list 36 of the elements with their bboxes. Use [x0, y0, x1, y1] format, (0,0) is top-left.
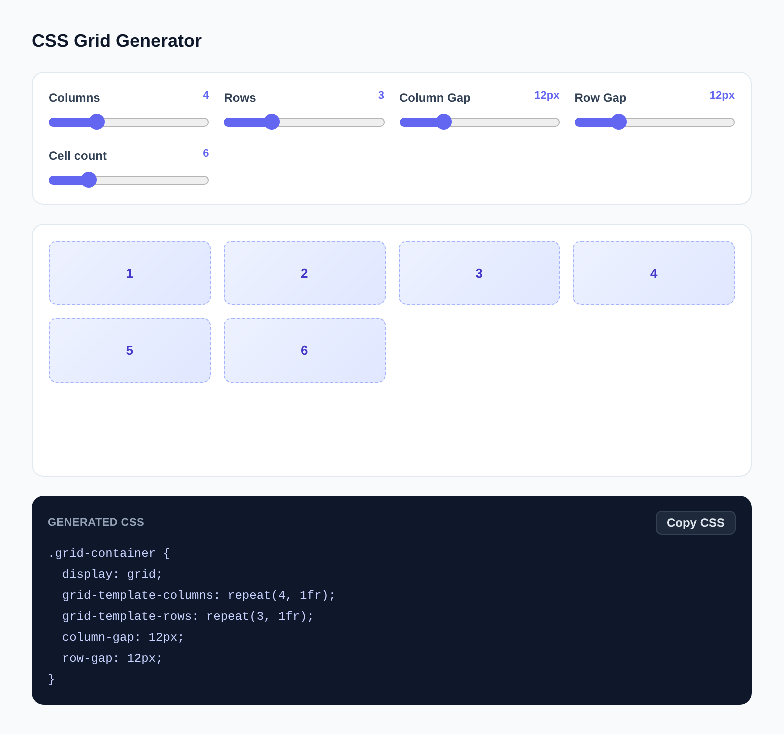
code-line: grid-template-columns: repeat(4, 1fr); [61, 588, 336, 605]
slider-thumb[interactable] [89, 114, 106, 130]
slider-thumb[interactable] [610, 114, 627, 130]
slider-thumb[interactable] [436, 114, 452, 130]
code-line: column-gap: 12px; [61, 630, 185, 647]
slider-value: 4 [203, 89, 210, 103]
code-line: } [48, 672, 56, 689]
slider-label: Row Gap [574, 90, 627, 106]
slider-value: 3 [378, 89, 384, 103]
slider-value: 12px [710, 89, 735, 103]
code-line: grid-template-rows: repeat(3, 1fr); [61, 609, 314, 626]
slider-label: Rows [224, 90, 256, 106]
slider-track[interactable] [49, 172, 210, 188]
grid-cell: 1 [49, 241, 211, 306]
slider-thumb[interactable] [264, 114, 280, 130]
grid-cell: 6 [224, 318, 386, 383]
slider-value: 6 [203, 147, 210, 161]
grid-cell: 4 [573, 241, 735, 306]
code-line: display: grid; [61, 567, 164, 584]
slider-track[interactable] [574, 114, 735, 130]
slider-track[interactable] [224, 114, 384, 130]
grid-cell: 3 [398, 241, 560, 306]
code-heading: GENERATED CSS [48, 517, 145, 529]
slider-label: Column Gap [400, 90, 471, 106]
slider-label: Cell count [49, 148, 108, 164]
slider-track[interactable] [400, 114, 560, 130]
grid-cell: 2 [224, 241, 386, 306]
slider-thumb[interactable] [81, 172, 98, 188]
code-line: row-gap: 12px; [61, 651, 164, 668]
grid-cell: 5 [49, 318, 211, 383]
code-line: .grid-container { [48, 546, 170, 563]
slider-label: Columns [49, 90, 100, 106]
slider-track[interactable] [49, 114, 210, 130]
slider-value: 12px [534, 89, 560, 103]
page-title: CSS Grid Generator [32, 30, 204, 53]
copy-css-button[interactable]: Copy CSS [656, 511, 736, 535]
